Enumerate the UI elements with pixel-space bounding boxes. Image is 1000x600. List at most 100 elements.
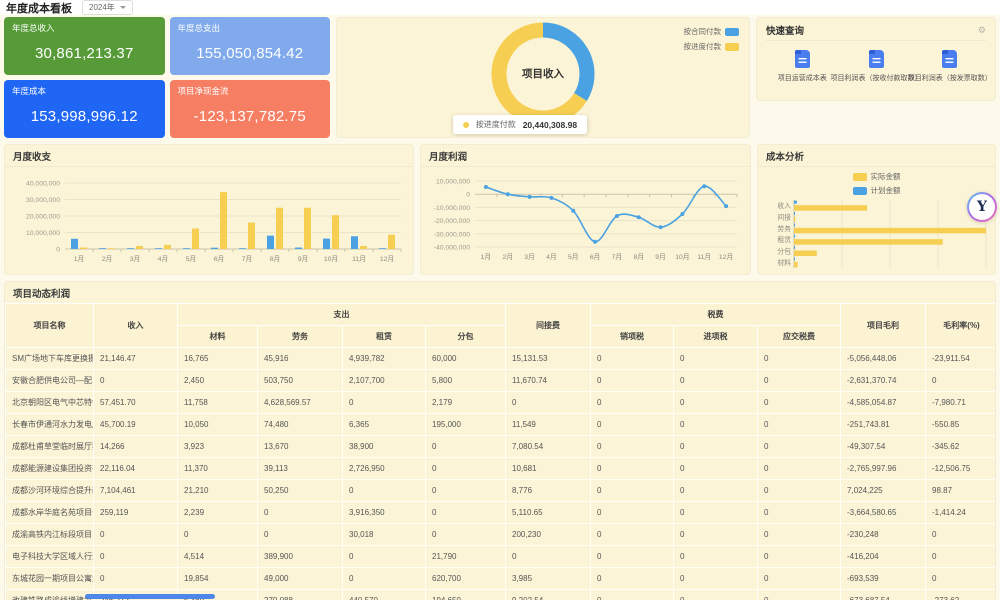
table-cell: 7,104,461 — [93, 479, 178, 502]
monthly-cashflow-panel: 月度收支 0 10,000,000 20,000,000 30,000,000 40,0… — [4, 144, 414, 275]
year-select[interactable]: 2024年 — [82, 0, 133, 15]
table-row[interactable]: 成渝高铁内江标段项目 0 0 0 30,018 0 200,230 0 0 0 -230,248 0 — [5, 523, 995, 546]
table-cell: 0 — [590, 501, 674, 524]
table-cell: 7,024,225 — [840, 479, 927, 502]
document-icon — [868, 50, 884, 68]
table-cell: 0 — [342, 479, 426, 502]
table-cell: 0 — [590, 369, 674, 392]
project-name-cell: 成渝高铁内江标段项目 — [5, 523, 94, 546]
table-cell: 503,750 — [257, 369, 343, 392]
table-row[interactable]: 长春市伊通河水力发电厂改建工程45,700.1910,05074,4806,36… — [5, 413, 995, 436]
kpi-label: 年度成本 — [12, 86, 47, 96]
table-cell: 45,916 — [257, 347, 343, 370]
table-cell: 0 — [673, 523, 758, 546]
project-name-cell: 成都沙河环境综合提升改造迎河段 — [5, 479, 94, 502]
table-cell: 0 — [673, 501, 758, 524]
table-cell: 50,250 — [257, 479, 343, 502]
svg-text:7月: 7月 — [612, 253, 623, 261]
table-cell: 21,790 — [425, 545, 506, 568]
table-row[interactable]: 电子科技大学区域人行道及非机动04,514389,900021,7900000-… — [5, 545, 995, 568]
svg-text:5月: 5月 — [568, 253, 579, 261]
cost-analysis-chart[interactable]: 0 20,000,000 40,000,000 60,000,000 80,000,00… — [758, 196, 995, 274]
year-select-value: 2024年 — [89, 3, 115, 12]
legend-item-contract-payment[interactable]: 按合同付款 — [683, 26, 739, 37]
svg-text:收入: 收入 — [777, 201, 791, 210]
kpi-card-total-income: 年度总收入 30,861,213.37 — [4, 17, 165, 75]
assistant-fab-button[interactable]: Y — [967, 192, 997, 222]
col-header-rent: 租赁 — [342, 325, 426, 348]
table-cell: 440,570 — [342, 589, 426, 600]
table-row[interactable]: 安徽合肥供电公司—配电设备检修02,450503,7502,107,7005,8… — [5, 369, 995, 392]
svg-text:12月: 12月 — [719, 253, 733, 261]
table-cell: 3,985 — [505, 567, 591, 590]
table-row[interactable]: 东城花园一期项目公寓大堂 装饰工019,85449,0000620,7003,9… — [5, 567, 995, 590]
table-row[interactable]: 北京朝阳区电气中芯特气系统之G57,451.7011,7584,628,569.… — [5, 391, 995, 414]
legend-label: 按合同付款 — [683, 27, 722, 36]
table-cell: 0 — [925, 523, 995, 546]
svg-text:11月: 11月 — [352, 255, 366, 263]
col-header-expense: 支出 — [177, 303, 506, 326]
table-cell: 4,628,569.57 — [257, 391, 343, 414]
table-cell: 30,018 — [342, 523, 426, 546]
table-cell: 39,113 — [257, 457, 343, 480]
legend-item-actual[interactable]: 实际金额 — [852, 171, 901, 182]
legend-item-planned[interactable]: 计划金额 — [852, 185, 901, 196]
table-cell: 0 — [590, 391, 674, 414]
table-cell: 0 — [590, 457, 674, 480]
legend-item-progress-payment[interactable]: 按进度付款 — [684, 41, 739, 52]
quick-query-panel: 快速查询 ⚙ 项目运营成本表 项目利润表（按收付款取数） 项目利润表（按发票取数… — [756, 17, 996, 101]
table-cell: 0 — [590, 479, 674, 502]
table-cell: 22,116.04 — [93, 457, 178, 480]
table-cell: 0 — [673, 545, 758, 568]
table-cell: 2,179 — [425, 391, 506, 414]
table-cell: 98.87 — [925, 479, 995, 502]
table-row[interactable]: SM广场地下车库更换摄像机及硬盘21,146.4716,76545,9164,9… — [5, 347, 995, 370]
table-cell: -2,631,370.74 — [840, 369, 927, 392]
table-cell: 0 — [673, 479, 758, 502]
document-icon — [942, 50, 958, 68]
table-cell: 0 — [590, 589, 674, 600]
table-cell: 4,939,782 — [342, 347, 426, 370]
table-cell: 0 — [673, 457, 758, 480]
top-bar: 年度成本看板 2024年 — [0, 0, 1000, 15]
table-cell: 11,670.74 — [505, 369, 591, 392]
table-cell: 45,700.19 — [93, 413, 178, 436]
gear-icon[interactable]: ⚙ — [978, 25, 986, 35]
page-title: 年度成本看板 — [6, 2, 72, 15]
project-name-cell: 东城花园一期项目公寓大堂 装饰工 — [5, 567, 94, 590]
svg-text:10月: 10月 — [675, 253, 689, 261]
table-cell: 0 — [590, 413, 674, 436]
table-cell: 0 — [590, 545, 674, 568]
svg-text:6月: 6月 — [590, 253, 601, 261]
horizontal-scrollbar[interactable] — [85, 594, 215, 599]
table-cell: 9,202.54 — [505, 589, 591, 600]
col-header-materials: 材料 — [177, 325, 258, 348]
table-cell: 0 — [425, 435, 506, 458]
table-row[interactable]: 成都沙河环境综合提升改造迎河段7,104,46121,21050,250008,… — [5, 479, 995, 502]
col-header-subcontract: 分包 — [425, 325, 506, 348]
monthly-cashflow-chart[interactable]: 0 10,000,000 20,000,000 30,000,000 40,000,00… — [5, 167, 413, 274]
table-row[interactable]: 成都水岸华庭名苑项目一标段259,1192,23903,916,35005,11… — [5, 501, 995, 524]
quick-query-label: 项目利润表（按发票取数） — [907, 75, 992, 82]
table-cell: 0 — [756, 501, 842, 524]
table-row[interactable]: 成都杜甫草堂临时展厅独立展柜系14,2663,92313,67038,90007… — [5, 435, 995, 458]
svg-text:4月: 4月 — [158, 255, 169, 263]
table-cell: 0 — [342, 567, 426, 590]
monthly-profit-chart[interactable]: 10,000,000 0 -10,000,000 -20,000,000 -30,000… — [421, 167, 750, 274]
svg-text:8月: 8月 — [633, 253, 644, 261]
table-cell: 389,900 — [257, 545, 343, 568]
table-cell: 270,088 — [257, 589, 343, 600]
quick-query-item-profit-by-payment[interactable]: 项目利润表（按收付款取数） — [831, 50, 922, 83]
svg-text:3月: 3月 — [524, 253, 535, 261]
col-header-margin: 毛利率(%) — [925, 303, 995, 348]
table-cell: 11,758 — [177, 391, 258, 414]
quick-query-item-operating-cost[interactable]: 项目运营成本表 — [766, 50, 839, 83]
table-row[interactable]: 成都能源建设集团投资有限公司拟22,116.0411,37039,1132,72… — [5, 457, 995, 480]
table-cell: 60,000 — [425, 347, 506, 370]
table-cell: 2,726,950 — [342, 457, 426, 480]
income-donut-chart[interactable]: 项目收入 — [491, 22, 595, 126]
quick-query-item-profit-by-invoice[interactable]: 项目利润表（按发票取数） — [908, 50, 992, 83]
svg-text:-20,000,000: -20,000,000 — [434, 218, 471, 225]
panel-title: 月度收支 — [5, 145, 413, 167]
table-cell: 10,050 — [177, 413, 258, 436]
